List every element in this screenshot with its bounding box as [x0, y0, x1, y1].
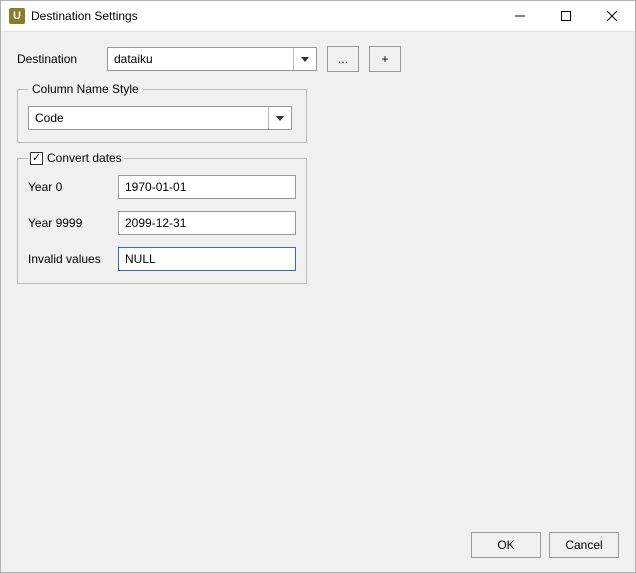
- close-button[interactable]: [589, 1, 635, 31]
- dialog-content: Destination dataiku ... + Column Name St…: [1, 32, 635, 522]
- convert-dates-label: Convert dates: [47, 151, 122, 165]
- chevron-down-icon: [301, 57, 309, 62]
- maximize-button[interactable]: [543, 1, 589, 31]
- convert-dates-checkbox[interactable]: ✓: [30, 152, 43, 165]
- destination-value: dataiku: [108, 52, 293, 66]
- convert-dates-group: ✓ Convert dates Year 0 Year 9999 Invalid…: [17, 151, 307, 284]
- minimize-button[interactable]: [497, 1, 543, 31]
- year9999-label: Year 9999: [28, 216, 118, 230]
- year9999-input[interactable]: [118, 211, 296, 235]
- column-style-dropdown-button[interactable]: [268, 107, 291, 129]
- destination-combo[interactable]: dataiku: [107, 47, 317, 71]
- destination-dropdown-button[interactable]: [293, 48, 316, 70]
- window-controls: [497, 1, 635, 31]
- invalid-values-row: Invalid values: [28, 247, 296, 271]
- year0-label: Year 0: [28, 180, 118, 194]
- cancel-button[interactable]: Cancel: [549, 532, 619, 558]
- column-style-combo[interactable]: Code: [28, 106, 292, 130]
- check-icon: ✓: [32, 153, 41, 164]
- invalid-values-label: Invalid values: [28, 252, 118, 266]
- column-style-value: Code: [29, 111, 268, 125]
- ok-label: OK: [497, 538, 514, 552]
- ok-button[interactable]: OK: [471, 532, 541, 558]
- chevron-down-icon: [276, 116, 284, 121]
- app-icon: U: [9, 8, 25, 24]
- window-title: Destination Settings: [31, 9, 138, 23]
- browse-button[interactable]: ...: [327, 46, 359, 72]
- dialog-footer: OK Cancel: [1, 522, 635, 572]
- invalid-values-input[interactable]: [118, 247, 296, 271]
- column-name-style-legend: Column Name Style: [28, 82, 143, 96]
- add-label: +: [381, 52, 388, 66]
- convert-dates-legend: ✓ Convert dates: [28, 151, 124, 165]
- minimize-icon: [515, 11, 525, 21]
- column-name-style-group: Column Name Style Code: [17, 82, 307, 143]
- close-icon: [607, 11, 617, 21]
- destination-row: Destination dataiku ... +: [17, 46, 619, 72]
- titlebar: U Destination Settings: [1, 1, 635, 32]
- add-button[interactable]: +: [369, 46, 401, 72]
- year9999-row: Year 9999: [28, 211, 296, 235]
- dialog-window: U Destination Settings Destination datai…: [0, 0, 636, 573]
- year0-row: Year 0: [28, 175, 296, 199]
- maximize-icon: [561, 11, 571, 21]
- destination-label: Destination: [17, 52, 107, 66]
- year0-input[interactable]: [118, 175, 296, 199]
- cancel-label: Cancel: [565, 538, 602, 552]
- app-icon-letter: U: [13, 10, 21, 22]
- browse-label: ...: [338, 52, 348, 66]
